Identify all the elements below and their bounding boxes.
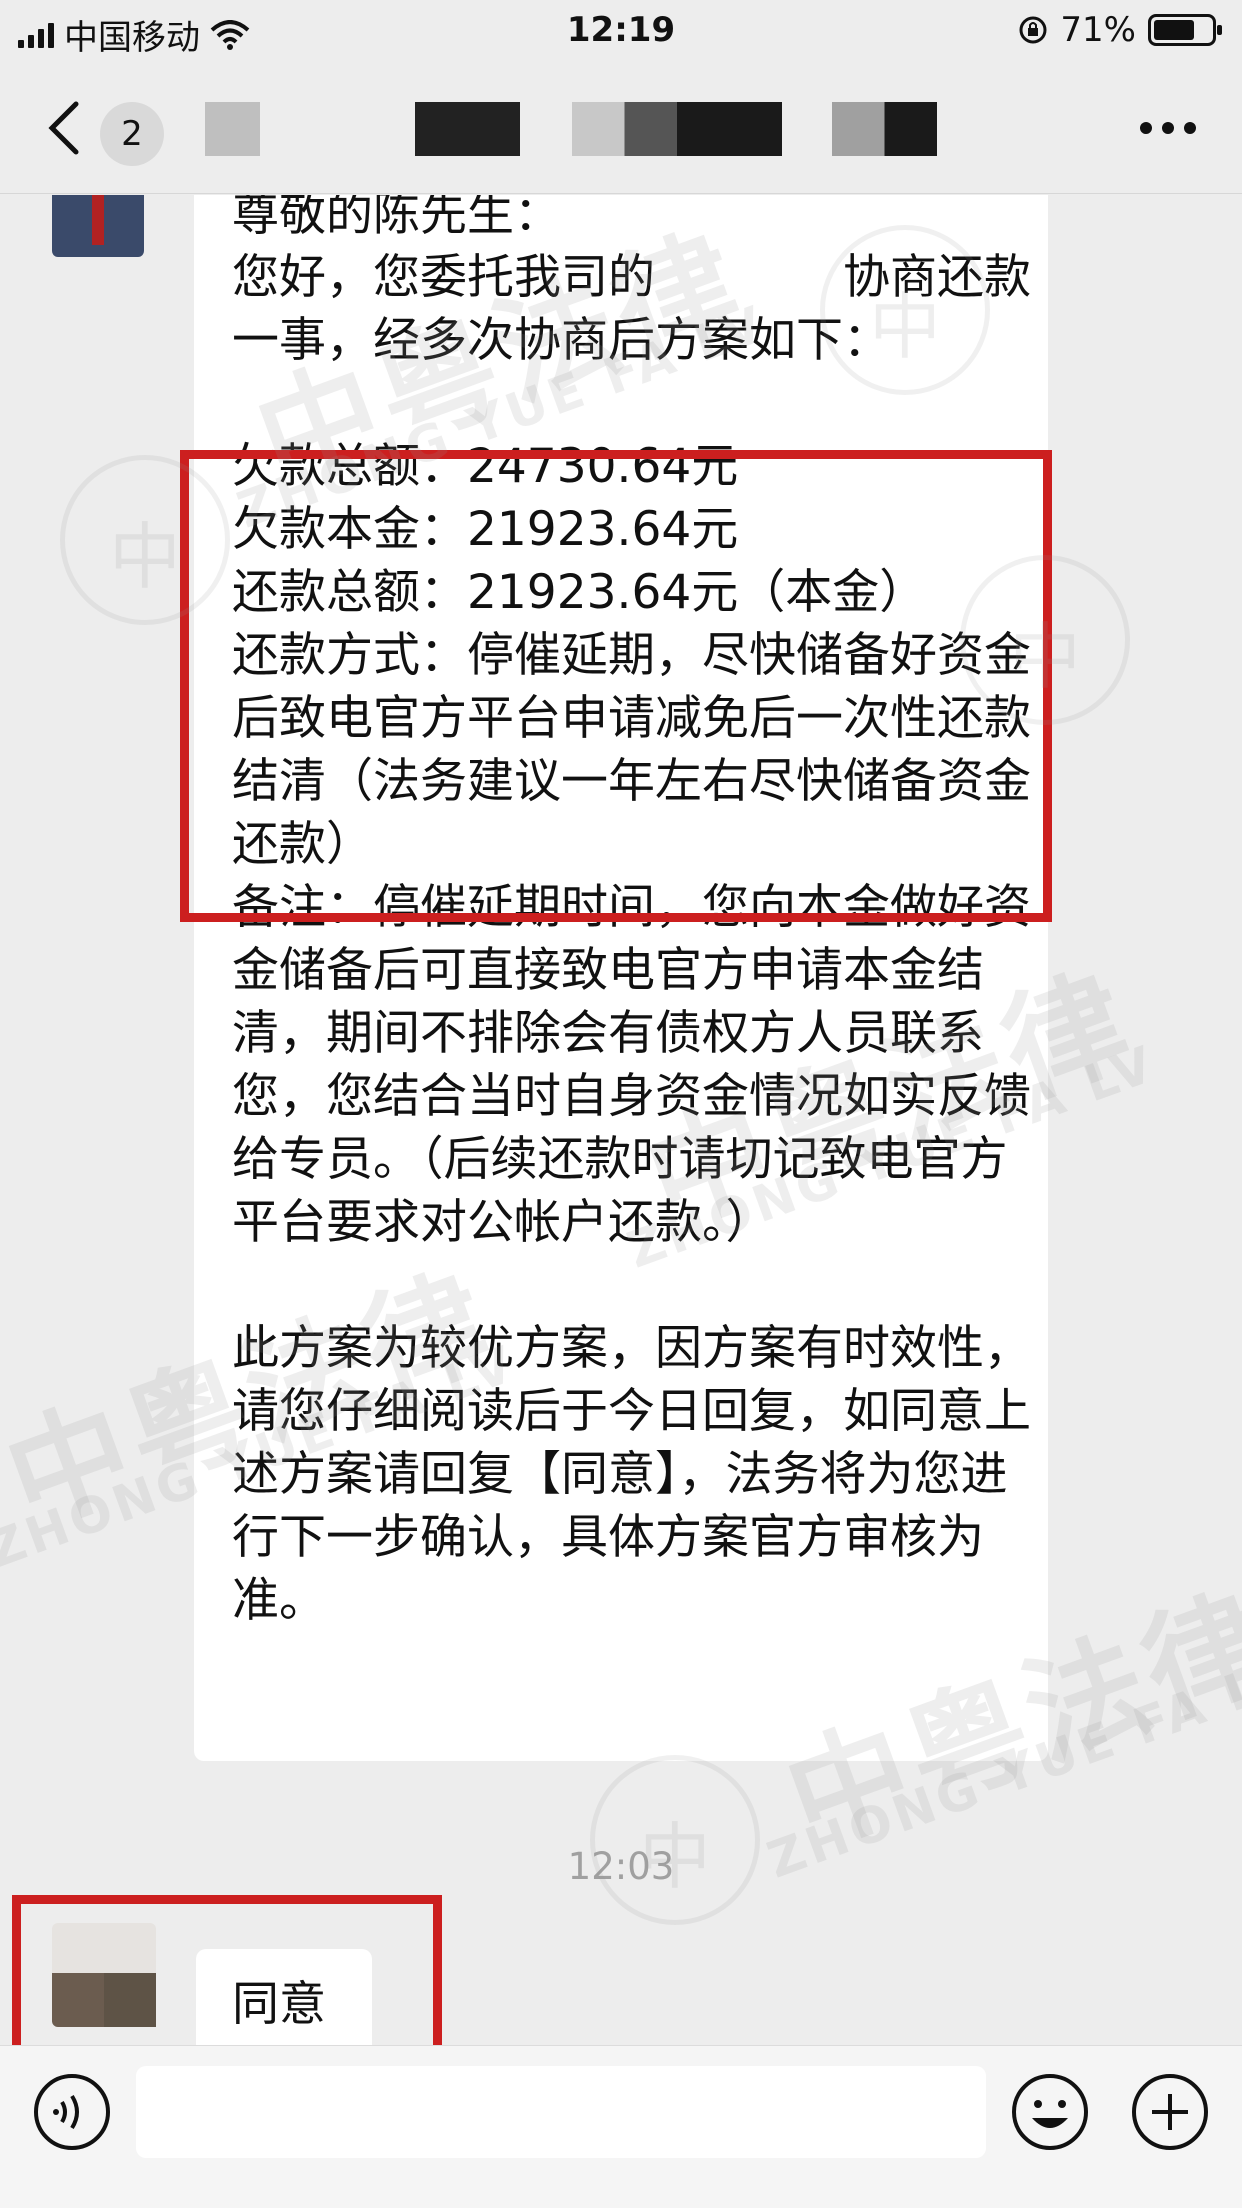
debt-details-highlight <box>180 450 1052 922</box>
redacted-contact-name <box>415 102 520 156</box>
orientation-lock-icon <box>1019 16 1047 44</box>
redacted-contact-name <box>572 102 782 156</box>
emoji-icon[interactable] <box>1010 2072 1090 2152</box>
message-input-bar <box>0 2045 1242 2208</box>
agent-avatar[interactable] <box>52 195 144 257</box>
incoming-message-bubble[interactable]: 尊敬的陈先生： 您好，您委托我司的 协商还款一事，经多次协商后方案如下： 欠款总… <box>194 195 1048 1761</box>
back-chevron-icon[interactable] <box>44 100 84 156</box>
chat-header: 2 <box>0 62 1242 194</box>
message-input[interactable] <box>136 2066 986 2158</box>
status-right: 71% <box>1018 10 1222 50</box>
battery-percent: 71% <box>1060 10 1136 50</box>
status-bar: 中国移动 12:19 71% <box>0 0 1242 62</box>
chat-message-list[interactable]: 尊敬的陈先生： 您好，您委托我司的 协商还款一事，经多次协商后方案如下： 欠款总… <box>0 195 1242 2045</box>
watermark-seal <box>590 1755 760 1925</box>
redacted-contact-name <box>832 102 937 156</box>
redacted-contact-name <box>205 102 260 156</box>
unread-count-badge[interactable]: 2 <box>100 102 164 166</box>
reply-highlight <box>12 1895 442 2045</box>
battery-icon <box>1148 14 1222 46</box>
voice-icon[interactable] <box>32 2072 112 2152</box>
battery-fill <box>1154 20 1194 40</box>
plus-icon[interactable] <box>1130 2072 1210 2152</box>
message-timestamp: 12:03 <box>567 1845 675 1888</box>
more-icon[interactable] <box>1138 120 1198 136</box>
